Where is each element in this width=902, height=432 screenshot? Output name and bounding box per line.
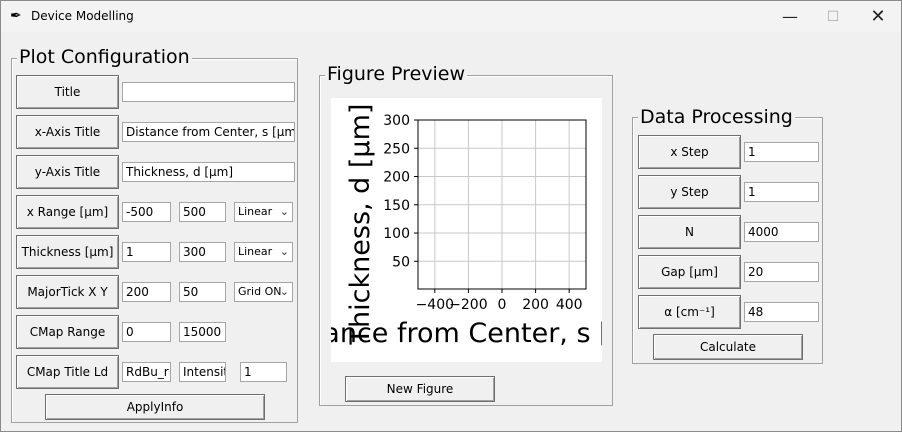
plot-config-field[interactable]: RdBu_r [122,362,171,382]
data-processing-row-button[interactable]: x Step [638,135,741,169]
combobox-value: Linear [238,245,273,258]
plot-config-field[interactable]: 500 [179,202,226,222]
close-button[interactable]: ✕ [855,1,901,32]
data-processing-field[interactable]: 1 [744,182,819,202]
data-processing-field[interactable]: 48 [744,302,819,322]
plot-config-field[interactable]: 1 [240,362,287,382]
plot-config-row-button[interactable]: y-Axis Title [16,155,119,189]
combobox-value: Linear [238,205,273,218]
data-processing-row-button[interactable]: Gap [µm] [638,255,741,289]
preview-chart: −400−200020040050100150200250300Distance… [331,104,602,349]
data-processing-row-button[interactable]: y Step [638,175,741,209]
apply-info-button[interactable]: ApplyInfo [45,394,265,420]
x-tick-label: −200 [449,297,487,313]
x-tick-label: 0 [498,297,507,313]
plot-config-field[interactable]: 15000 [179,322,226,342]
y-axis-label: Thickness, d [µm] [345,104,376,346]
plot-config-row-button[interactable]: MajorTick X Y [16,275,119,309]
plot-config-field[interactable]: 200 [122,282,171,302]
x-tick-label: 400 [556,297,583,313]
plot-configuration-legend: Plot Configuration [17,46,192,68]
data-processing-field[interactable]: 4000 [744,222,819,242]
y-tick-label: 200 [383,170,410,186]
y-tick-label: 250 [383,141,410,157]
plot-config-field[interactable]: 300 [179,242,226,262]
plot-config-combobox[interactable]: Linear ⌄ [234,202,293,222]
plot-config-field[interactable] [122,82,295,102]
chevron-down-icon: ⌄ [279,205,289,218]
data-processing-field[interactable]: 1 [744,142,819,162]
plot-config-row-button[interactable]: Thickness [µm] [16,235,119,269]
title-bar: ✒ Device Modelling — ☐ ✕ [1,1,901,32]
figure-preview-legend: Figure Preview [325,63,468,85]
data-processing-field[interactable]: 20 [744,262,819,282]
x-tick-label: 200 [522,297,549,313]
plot-config-field[interactable]: 0 [122,322,171,342]
combobox-value: Grid ON [238,285,282,298]
y-tick-label: 300 [383,113,410,129]
maximize-button[interactable]: ☐ [810,1,856,32]
feather-icon: ✒ [10,8,22,24]
data-processing-row-button[interactable]: α [cm⁻¹] [638,295,741,329]
minimize-button[interactable]: — [767,1,813,32]
chevron-down-icon: ⌄ [279,285,289,298]
plot-config-row-button[interactable]: x-Axis Title [16,115,119,149]
y-tick-label: 100 [383,226,410,242]
plot-config-field[interactable]: Thickness, d [µm] [122,162,295,182]
figure-preview-canvas: −400−200020040050100150200250300Distance… [331,98,602,362]
window-title: Device Modelling [31,9,134,23]
plot-config-field[interactable]: -500 [122,202,171,222]
plot-config-field[interactable]: 50 [179,282,226,302]
plot-config-row-button[interactable]: CMap Title Ld [16,355,119,389]
plot-config-row-button[interactable]: x Range [µm] [16,195,119,229]
plot-config-field[interactable]: Distance from Center, s [µm] [122,122,295,142]
calculate-button[interactable]: Calculate [653,334,803,360]
data-processing-legend: Data Processing [638,106,795,128]
plot-config-combobox[interactable]: Linear ⌄ [234,242,293,262]
plot-config-row-button[interactable]: CMap Range [16,315,119,349]
new-figure-button[interactable]: New Figure [345,376,495,402]
data-processing-row-button[interactable]: N [638,215,741,249]
plot-config-row-button[interactable]: Title [16,75,119,109]
plot-config-field[interactable]: 1 [122,242,171,262]
plot-config-field[interactable]: Intensit [179,362,226,382]
plot-config-combobox[interactable]: Grid ON ⌄ [234,282,293,302]
y-tick-label: 150 [383,198,410,214]
y-tick-label: 50 [392,254,410,270]
chevron-down-icon: ⌄ [279,245,289,258]
